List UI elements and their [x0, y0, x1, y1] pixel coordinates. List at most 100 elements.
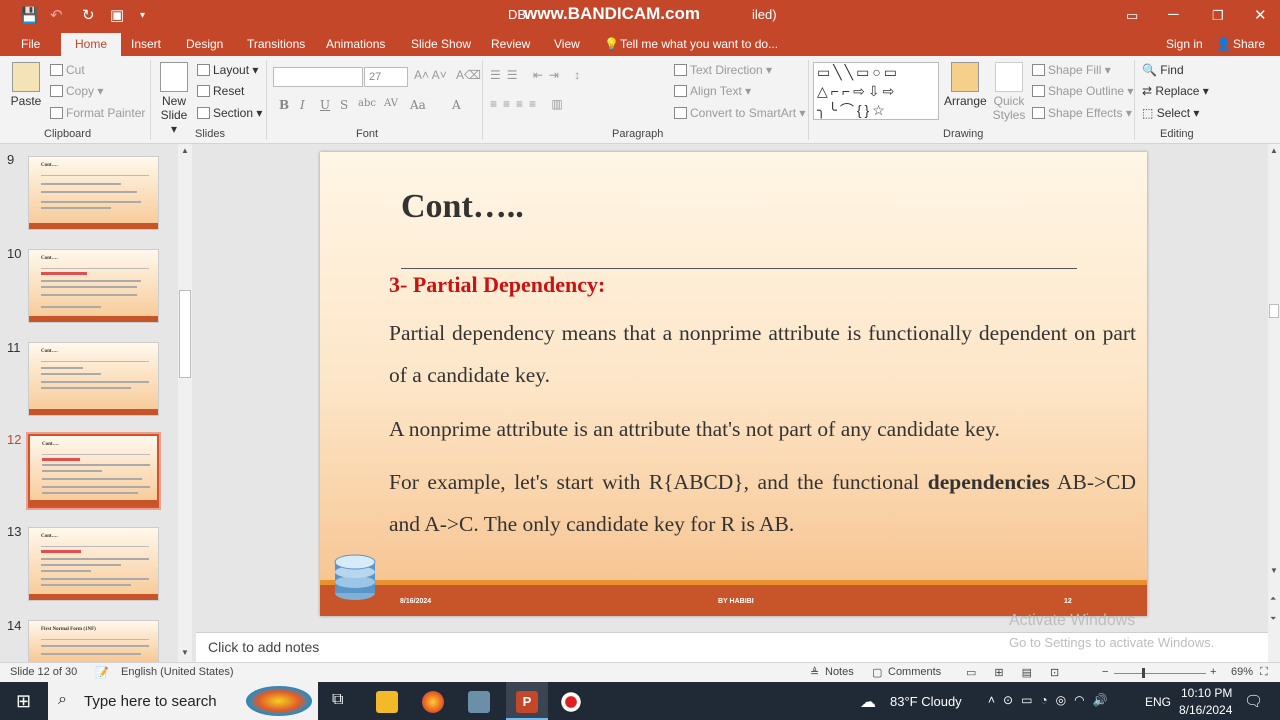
zoom-in-icon[interactable]: + — [1210, 666, 1216, 678]
slide-paragraph-2[interactable]: A nonprime attribute is an attribute tha… — [389, 408, 1136, 450]
scroll-down-icon[interactable]: ▼ — [1270, 566, 1278, 575]
slide-canvas[interactable]: Cont….. 3- Partial Dependency: Partial d… — [320, 152, 1147, 616]
thumbnail-scrollbar[interactable]: ▲ ▼ — [178, 144, 192, 662]
share-button[interactable]: Share — [1233, 37, 1265, 51]
shadow-icon[interactable]: S — [340, 98, 348, 112]
shape-effects-button[interactable]: Shape Effects ▾ — [1032, 106, 1132, 120]
slide-thumbnail[interactable]: Cont…. — [28, 249, 159, 323]
start-presentation-icon[interactable]: ▣ — [110, 6, 124, 24]
notes-placeholder[interactable]: Click to add notes — [208, 639, 319, 655]
comments-icon[interactable]: ▢ — [872, 666, 882, 679]
minimize-icon[interactable]: ─ — [1168, 6, 1179, 23]
tab-view[interactable]: View — [554, 37, 580, 51]
slide-thumbnail[interactable]: Cont…. — [28, 527, 159, 601]
comments-toggle[interactable]: Comments — [888, 666, 941, 678]
new-slide-button[interactable]: New Slide ▾ — [156, 62, 192, 136]
task-view-icon[interactable]: ⧉ — [332, 691, 343, 709]
save-icon[interactable]: 💾 — [20, 6, 39, 24]
scroll-up-icon[interactable]: ▲ — [181, 146, 189, 155]
list-icons[interactable]: ☰☰ ⇤⇥ ↕ — [490, 68, 586, 82]
font-name-input[interactable] — [273, 67, 363, 87]
scroll-thumb[interactable] — [179, 290, 191, 378]
tab-design[interactable]: Design — [186, 37, 223, 51]
scroll-thumb[interactable] — [1269, 304, 1279, 318]
tab-animations[interactable]: Animations — [326, 37, 385, 51]
slide-heading[interactable]: 3- Partial Dependency: — [389, 272, 605, 298]
tell-me-box[interactable]: Tell me what you want to do... — [620, 37, 778, 51]
redo-icon[interactable]: ↻ — [82, 6, 95, 24]
scroll-down-icon[interactable]: ▼ — [181, 648, 189, 657]
slide-paragraph-1[interactable]: Partial dependency means that a nonprime… — [389, 312, 1136, 396]
file-explorer-icon[interactable] — [376, 691, 398, 713]
sign-in-link[interactable]: Sign in — [1166, 37, 1203, 51]
close-icon[interactable]: ✕ — [1254, 6, 1267, 24]
replace-button[interactable]: ⇄ Replace ▾ — [1142, 84, 1209, 98]
find-button[interactable]: 🔍 Find — [1142, 63, 1184, 77]
zoom-out-icon[interactable]: − — [1102, 666, 1108, 678]
bold-icon[interactable]: B — [279, 98, 289, 112]
text-direction-button[interactable]: Text Direction ▾ — [674, 63, 772, 77]
shape-outline-button[interactable]: Shape Outline ▾ — [1032, 84, 1133, 98]
tab-file[interactable]: File — [21, 37, 40, 51]
font-size-input[interactable]: 27 — [364, 67, 408, 87]
tab-review[interactable]: Review — [491, 37, 530, 51]
zoom-level[interactable]: 69% — [1231, 666, 1253, 678]
view-buttons[interactable]: ▭⊞▤⊡ — [966, 666, 1077, 679]
clear-format-icon[interactable]: A⌫ — [456, 68, 481, 82]
ribbon-display-icon[interactable]: ▭ — [1126, 8, 1138, 24]
quick-styles-button[interactable]: Quick Styles — [990, 62, 1028, 122]
char-spacing-icon[interactable]: AV — [384, 98, 398, 109]
firefox-icon[interactable] — [422, 691, 444, 713]
maximize-icon[interactable]: ❐ — [1212, 8, 1224, 24]
align-icons[interactable]: ≡≡≡≡ ▥ — [490, 97, 569, 111]
change-case-icon[interactable]: Aa — [410, 98, 426, 112]
taskbar-search-box[interactable]: ⌕ Type here to search — [48, 682, 318, 720]
tab-insert[interactable]: Insert — [131, 37, 161, 51]
shape-fill-button[interactable]: Shape Fill ▾ — [1032, 63, 1111, 77]
powerpoint-taskbar-button[interactable]: P — [506, 682, 548, 720]
slide-thumbnail-selected[interactable]: Cont…. — [26, 432, 161, 510]
notes-toggle[interactable]: Notes — [825, 666, 854, 678]
clock-time[interactable]: 10:10 PM — [1181, 686, 1232, 700]
underline-icon[interactable]: U — [320, 98, 330, 112]
reset-button[interactable]: Reset — [197, 84, 244, 98]
next-slide-icon[interactable]: ⏷ — [1270, 614, 1276, 624]
strikethrough-icon[interactable]: abc — [358, 98, 376, 109]
windows-start-icon[interactable]: ⊞ — [16, 691, 31, 712]
tools-app-icon[interactable] — [468, 691, 490, 713]
layout-button[interactable]: Layout ▾ — [197, 63, 258, 77]
weather-widget[interactable]: 83°F Cloudy — [890, 694, 962, 709]
font-color-icon[interactable]: A — [452, 98, 461, 112]
tab-home[interactable]: Home — [61, 33, 122, 56]
previous-slide-icon[interactable]: ⏶ — [1270, 594, 1276, 604]
copy-button[interactable]: Copy ▾ — [50, 84, 103, 98]
scroll-up-icon[interactable]: ▲ — [1270, 146, 1278, 155]
zoom-slider[interactable] — [1114, 673, 1206, 674]
slide-title[interactable]: Cont….. — [401, 188, 524, 226]
slide-thumbnail[interactable]: Cont…. — [28, 156, 159, 230]
slide-thumbnail[interactable]: Cont…. — [28, 342, 159, 416]
spellcheck-icon[interactable]: 📝 — [95, 666, 109, 679]
tray-icons[interactable]: ˄⊙▭◔◎◠🔊 — [988, 693, 1116, 707]
fit-slide-icon[interactable]: ⛶ — [1260, 666, 1268, 679]
cut-button[interactable]: Cut — [50, 63, 85, 77]
format-painter-button[interactable]: Format Painter — [50, 106, 145, 120]
customize-toolbar-icon[interactable]: ▾ — [140, 10, 145, 21]
zoom-slider-handle[interactable] — [1142, 668, 1145, 678]
slide-scrollbar[interactable]: ▲ ▼ ⏶ ⏷ — [1268, 144, 1280, 662]
convert-smartart-button[interactable]: Convert to SmartArt ▾ — [674, 106, 805, 120]
align-text-button[interactable]: Align Text ▾ — [674, 84, 751, 98]
arrange-button[interactable]: Arrange — [944, 62, 987, 108]
select-button[interactable]: ⬚ Select ▾ — [1142, 106, 1199, 120]
grow-font-icon[interactable]: A˄ A˅ — [414, 68, 447, 82]
undo-icon[interactable]: ↶ — [50, 6, 63, 24]
section-button[interactable]: Section ▾ — [197, 106, 262, 120]
paste-button[interactable]: Paste — [8, 62, 44, 108]
tab-slide-show[interactable]: Slide Show — [411, 37, 471, 51]
shapes-gallery[interactable]: ▭╲╲▭○▭ △⌐⌐⇨⇩⇨ ╮╰⌒{}☆ — [813, 62, 939, 120]
notes-icon[interactable]: ≜ — [810, 666, 819, 679]
slide-thumbnail[interactable]: First Normal Form (1NF) — [28, 620, 159, 662]
slide-paragraph-3[interactable]: For example, let's start with R{ABCD}, a… — [389, 461, 1136, 545]
notification-icon[interactable]: 🗨 — [1244, 692, 1263, 710]
clock-date[interactable]: 8/16/2024 — [1179, 703, 1232, 717]
